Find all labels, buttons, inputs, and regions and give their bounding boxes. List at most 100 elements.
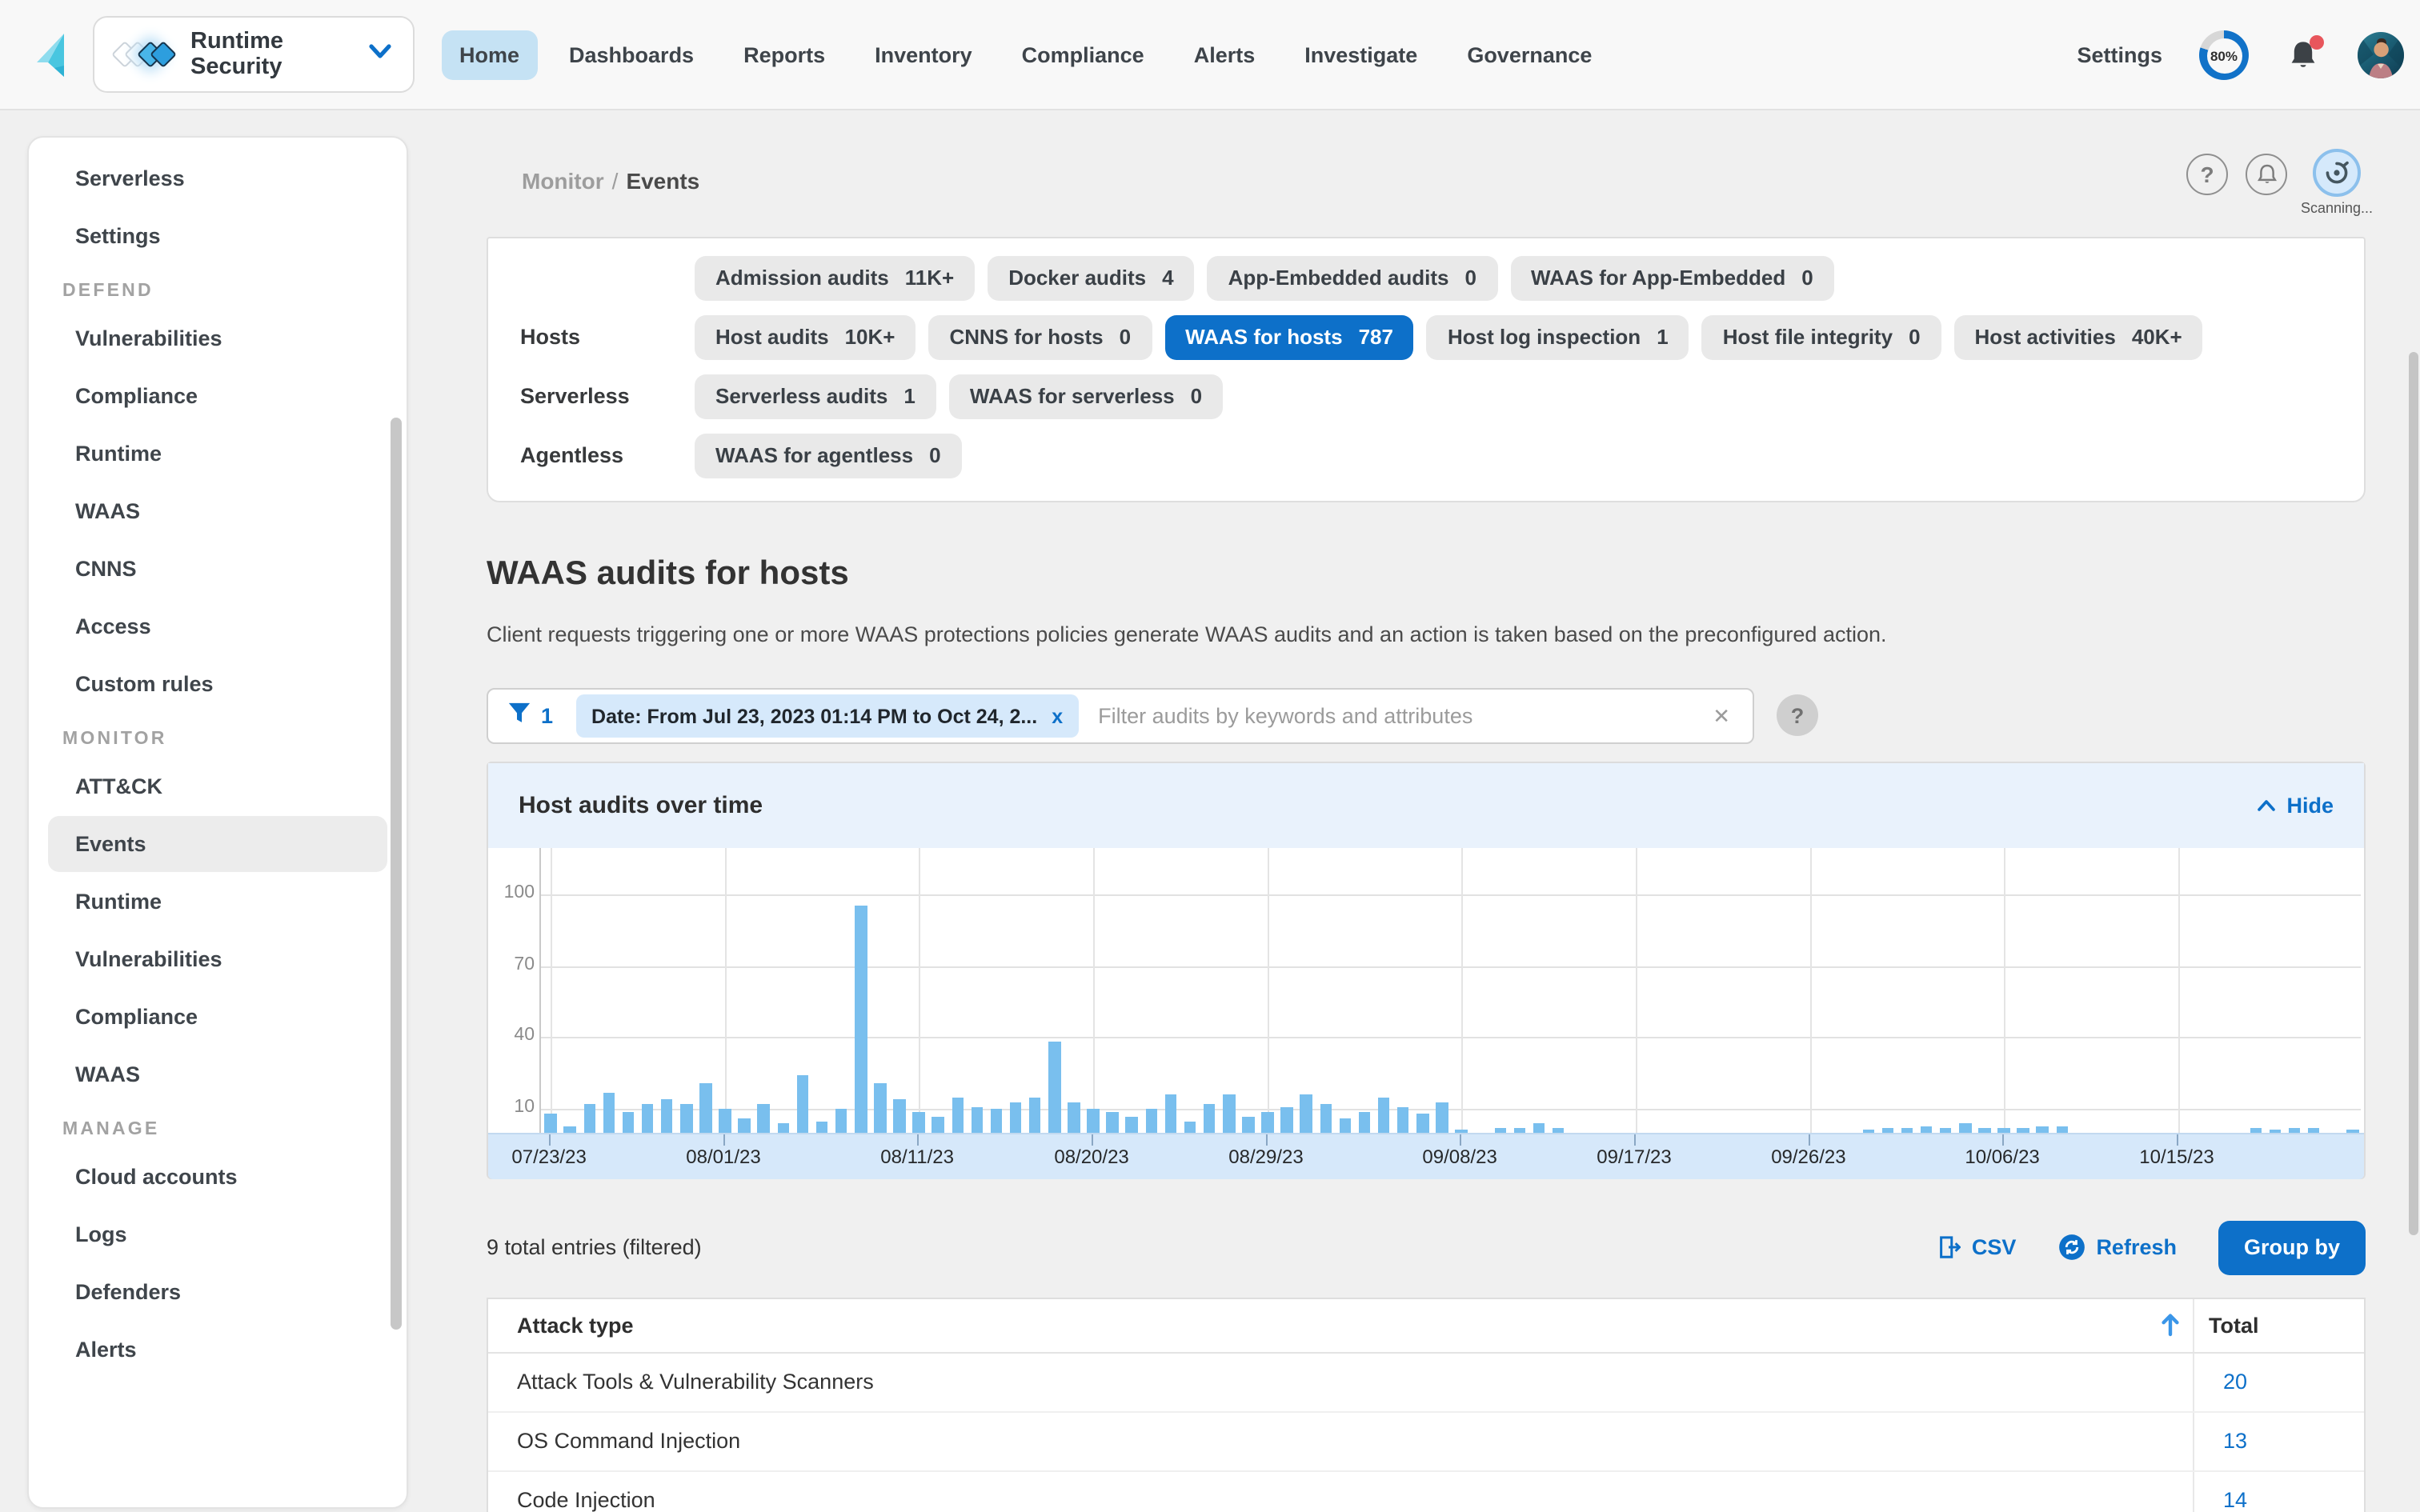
- chart-bar: [796, 1076, 808, 1134]
- sidebar-item-access[interactable]: Access: [48, 598, 387, 654]
- column-header-attack-type[interactable]: Attack type: [517, 1314, 634, 1338]
- sidebar-item-custom-rules[interactable]: Custom rules: [48, 656, 387, 712]
- date-range-chip[interactable]: Date: From Jul 23, 2023 01:14 PM to Oct …: [575, 694, 1079, 738]
- sidebar-item-runtime[interactable]: Runtime: [48, 426, 387, 482]
- filter-chip-waas-for-agentless[interactable]: WAAS for agentless0: [695, 433, 962, 478]
- cell-total-link[interactable]: 20: [2223, 1370, 2247, 1394]
- sidebar-item-vulnerabilities[interactable]: Vulnerabilities: [48, 931, 387, 987]
- chart-bar: [893, 1099, 905, 1133]
- filter-chip-docker-audits[interactable]: Docker audits4: [988, 255, 1194, 300]
- filter-chip-waas-for-hosts[interactable]: WAAS for hosts787: [1164, 314, 1414, 359]
- nav-item-compliance[interactable]: Compliance: [1004, 30, 1162, 80]
- chip-label: Host file integrity: [1723, 325, 1893, 349]
- nav-item-governance[interactable]: Governance: [1449, 30, 1609, 80]
- sidebar-item-att-ck[interactable]: ATT&CK: [48, 758, 387, 814]
- chart-gridline-h: [541, 1109, 2361, 1110]
- filter-chip-waas-for-serverless[interactable]: WAAS for serverless0: [949, 374, 1223, 418]
- page-scrollbar[interactable]: [2409, 352, 2418, 1235]
- brand-logo-icon[interactable]: [34, 32, 72, 78]
- filter-chip-list: Serverless audits1 WAAS for serverless0: [695, 374, 1223, 418]
- filter-input[interactable]: Filter audits by keywords and attributes: [1098, 704, 1709, 728]
- sidebar-item-cloud-accounts[interactable]: Cloud accounts: [48, 1149, 387, 1205]
- user-avatar[interactable]: [2358, 32, 2404, 78]
- breadcrumb-parent[interactable]: Monitor: [522, 168, 604, 194]
- chart-gridline-v: [1461, 848, 1463, 1133]
- sidebar-item-defenders[interactable]: Defenders: [48, 1264, 387, 1320]
- group-by-button[interactable]: Group by: [2218, 1220, 2366, 1274]
- notifications-bell-icon[interactable]: [2286, 38, 2321, 73]
- chart-bar: [1126, 1116, 1138, 1133]
- chart-title: Host audits over time: [519, 792, 763, 819]
- breadcrumb-current: Events: [626, 168, 699, 194]
- filter-chip-host-activities[interactable]: Host activities40K+: [1954, 314, 2203, 359]
- filter-chip-app-embedded-audits[interactable]: App-Embedded audits0: [1208, 255, 1497, 300]
- prisma-modules-icon: [115, 45, 173, 64]
- chart-bar: [1242, 1116, 1254, 1133]
- nav-item-investigate[interactable]: Investigate: [1287, 30, 1435, 80]
- filter-chip-waas-for-app-embedded[interactable]: WAAS for App-Embedded0: [1510, 255, 1834, 300]
- sidebar-item-serverless[interactable]: Serverless: [48, 150, 387, 206]
- nav-item-home[interactable]: Home: [442, 30, 537, 80]
- filter-chip-host-audits[interactable]: Host audits10K+: [695, 314, 916, 359]
- sidebar-item-compliance[interactable]: Compliance: [48, 989, 387, 1045]
- date-chip-close-icon[interactable]: x: [1052, 705, 1063, 727]
- filter-clear-icon[interactable]: ✕: [1709, 703, 1733, 729]
- sidebar-item-alerts[interactable]: Alerts: [48, 1322, 387, 1378]
- filter-row-serverless: ServerlessServerless audits1WAAS for ser…: [488, 366, 2364, 426]
- table-row[interactable]: Attack Tools & Vulnerability Scanners20: [488, 1354, 2364, 1413]
- sidebar-scrollbar[interactable]: [391, 418, 402, 1330]
- chart-bar: [990, 1109, 1002, 1133]
- breadcrumb: Monitor/Events: [522, 168, 699, 194]
- table-row[interactable]: Code Injection14: [488, 1472, 2364, 1512]
- cell-total-link[interactable]: 13: [2223, 1429, 2247, 1453]
- refresh-button[interactable]: Refresh: [2057, 1234, 2177, 1261]
- settings-link[interactable]: Settings: [2077, 43, 2162, 67]
- nav-item-dashboards[interactable]: Dashboards: [551, 30, 711, 80]
- sidebar-item-waas[interactable]: WAAS: [48, 483, 387, 539]
- table-row[interactable]: OS Command Injection13: [488, 1413, 2364, 1472]
- csv-export-button[interactable]: CSV: [1937, 1235, 2017, 1259]
- sidebar-item-vulnerabilities[interactable]: Vulnerabilities: [48, 310, 387, 366]
- cell-total-link[interactable]: 14: [2223, 1488, 2247, 1512]
- column-header-total[interactable]: Total: [2209, 1314, 2259, 1338]
- filter-chip-cnns-for-hosts[interactable]: CNNS for hosts0: [929, 314, 1152, 359]
- funnel-filter-icon[interactable]: [507, 700, 531, 732]
- usage-ring[interactable]: 80%: [2199, 30, 2249, 80]
- filter-chip-host-log-inspection[interactable]: Host log inspection1: [1427, 314, 1689, 359]
- product-selector-dropdown[interactable]: Runtime Security: [93, 16, 415, 93]
- sidebar-item-runtime[interactable]: Runtime: [48, 874, 387, 930]
- nav-item-alerts[interactable]: Alerts: [1176, 30, 1273, 80]
- nav-item-reports[interactable]: Reports: [726, 30, 843, 80]
- sidebar-item-waas[interactable]: WAAS: [48, 1046, 387, 1102]
- chart-axis-tick: [723, 1134, 725, 1146]
- sidebar-item-compliance[interactable]: Compliance: [48, 368, 387, 424]
- refresh-label: Refresh: [2096, 1235, 2177, 1259]
- filter-chip-list: WAAS for agentless0: [695, 433, 962, 478]
- filter-chip-host-file-integrity[interactable]: Host file integrity0: [1702, 314, 1941, 359]
- chart-gridline-v: [2004, 848, 2005, 1133]
- filter-chip-admission-audits[interactable]: Admission audits11K+: [695, 255, 975, 300]
- chart-gridline-v: [551, 848, 552, 1133]
- chart-bar: [758, 1104, 770, 1133]
- scanning-status[interactable]: Scanning...: [2305, 149, 2369, 216]
- sidebar-item-settings[interactable]: Settings: [48, 208, 387, 264]
- sidebar-item-events[interactable]: Events: [48, 816, 387, 872]
- chart-bar: [952, 1097, 964, 1133]
- nav-item-inventory[interactable]: Inventory: [857, 30, 990, 80]
- help-icon[interactable]: ?: [2186, 154, 2228, 195]
- results-summary: 9 total entries (filtered): [487, 1235, 702, 1259]
- alerts-bell-icon[interactable]: [2246, 154, 2287, 195]
- sidebar-item-logs[interactable]: Logs: [48, 1206, 387, 1262]
- sidebar-item-cnns[interactable]: CNNS: [48, 541, 387, 597]
- filter-chip-serverless-audits[interactable]: Serverless audits1: [695, 374, 936, 418]
- chip-count: 11K+: [905, 266, 954, 290]
- sort-ascending-icon[interactable]: [2159, 1312, 2182, 1346]
- chart-hide-toggle[interactable]: Hide: [2256, 794, 2334, 818]
- chart-hide-label: Hide: [2286, 794, 2334, 818]
- chip-count: 0: [1801, 266, 1813, 290]
- chart-bar: [1010, 1102, 1022, 1133]
- chart-bar: [1145, 1109, 1157, 1133]
- filter-help-icon[interactable]: ?: [1777, 694, 1818, 736]
- chart-bar: [913, 1111, 925, 1133]
- chart-bar: [699, 1082, 711, 1133]
